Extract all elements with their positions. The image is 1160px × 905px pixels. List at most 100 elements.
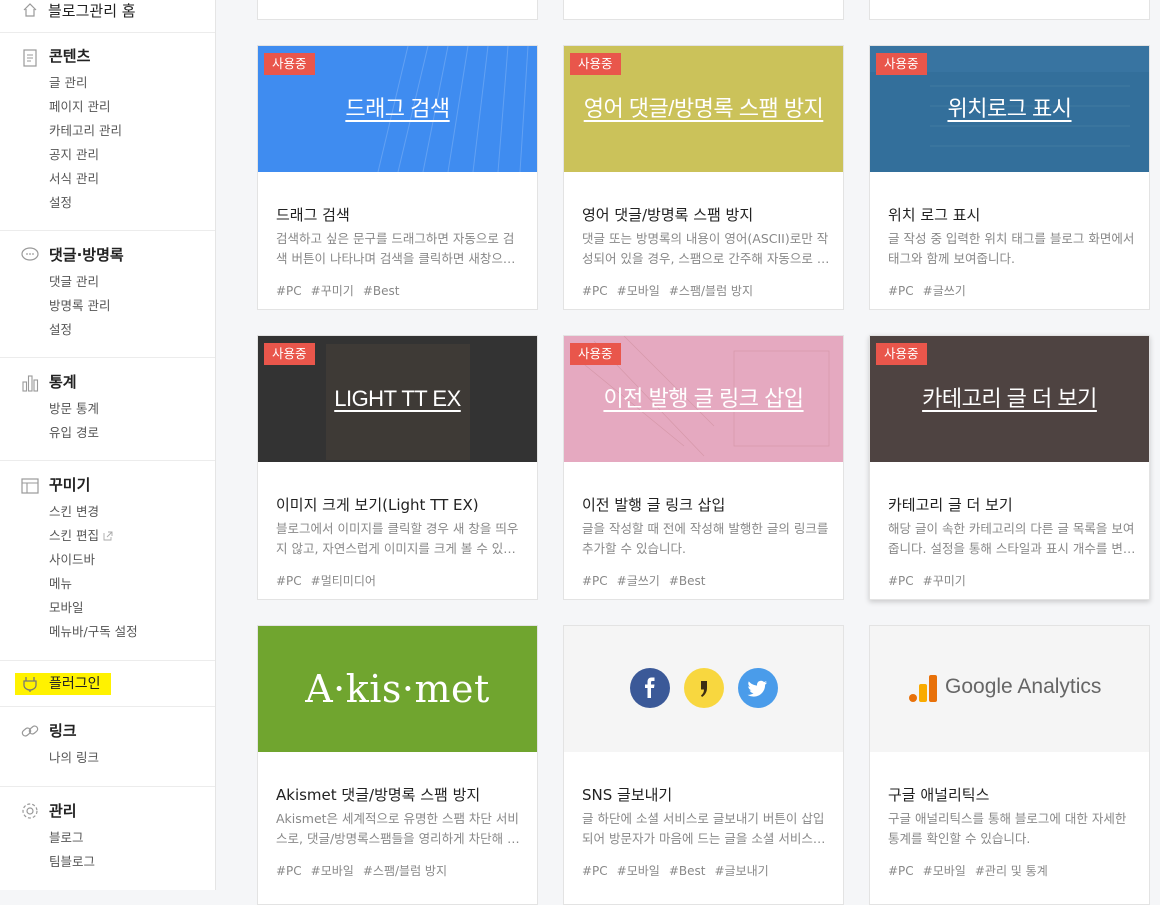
sidebar-item-visit-stats[interactable]: 방문 통계	[49, 400, 99, 418]
sidebar-item-team-blog[interactable]: 팀블로그	[49, 853, 95, 871]
home-icon	[23, 3, 37, 17]
plugin-card-akismet[interactable]: A·kis·met Akismet 댓글/방명록 스팸 방지 Akismet은 …	[257, 625, 538, 905]
plugin-thumbnail: A·kis·met	[258, 626, 537, 752]
sidebar-item-page-manage[interactable]: 페이지 관리	[49, 98, 110, 116]
sidebar-item-comment-manage[interactable]: 댓글 관리	[49, 273, 99, 291]
plugin-title: 이미지 크게 보기(Light TT EX)	[276, 496, 479, 514]
in-use-badge: 사용중	[876, 343, 927, 365]
plugin-card-sns-share[interactable]: SNS 글보내기 글 하단에 소셜 서비스로 글보내기 버튼이 삽입 되어 방문…	[563, 625, 844, 905]
external-link-icon	[103, 531, 113, 541]
tag: #스팸/블럼 방지	[668, 284, 754, 298]
sidebar-item-post-manage[interactable]: 글 관리	[49, 74, 87, 92]
sidebar-item-skin-edit-label: 스킨 편집	[49, 528, 99, 543]
tag: #PC	[276, 864, 302, 878]
tag: #모바일	[616, 284, 660, 298]
in-use-badge: 사용중	[264, 343, 315, 365]
tag: #모바일	[310, 864, 354, 878]
plugin-tags: #PC #멀티미디어	[276, 572, 385, 589]
sidebar-item-skin-change[interactable]: 스킨 변경	[49, 503, 99, 521]
tag: #글쓰기	[616, 574, 660, 588]
plugin-thumbnail	[564, 626, 843, 752]
plugin-description-line: 지 않고, 자연스럽게 이미지를 크게 볼 수 있습니다.	[276, 541, 524, 556]
google-analytics-wordmark: Google Analytics	[945, 675, 1102, 698]
sidebar-section-stats: 통계 방문 통계 유입 경로	[0, 357, 215, 461]
plugin-card-partial[interactable]	[869, 0, 1150, 20]
plugin-description-line: 검색하고 싶은 문구를 드래그하면 자동으로 검	[276, 231, 515, 246]
plugin-description-line: 성되어 있을 경우, 스팸으로 간주해 자동으로 차단합니다.	[582, 251, 830, 266]
sidebar-item-guestbook-manage[interactable]: 방명록 관리	[49, 297, 110, 315]
tag: #PC	[582, 864, 608, 878]
sidebar-section-title[interactable]: 꾸미기	[49, 475, 90, 495]
plugin-description-line: 해당 글이 속한 카테고리의 다른 글 목록을 보여	[888, 521, 1135, 536]
sidebar-section-plugin[interactable]: 플러그인	[0, 660, 215, 707]
gear-icon	[22, 803, 38, 819]
tag: #글보내기	[714, 864, 769, 878]
sidebar-section-title[interactable]: 댓글·방명록	[49, 245, 124, 265]
analytics-bars-icon	[909, 675, 937, 702]
plugin-description-line: 색 버튼이 나타나며 검색을 클릭하면 새창으로 검색 결과를 볼 수 있습니다…	[276, 251, 524, 266]
plugin-tags: #PC #꾸미기	[888, 572, 975, 589]
plugin-thumbnail: 카테고리 글 더 보기 사용중	[870, 336, 1149, 462]
sidebar-item-menubar-subscribe[interactable]: 메뉴바/구독 설정	[49, 623, 138, 641]
plugin-card-english-spam[interactable]: 영어 댓글/방명록 스팸 방지 사용중 영어 댓글/방명록 스팸 방지 댓글 또…	[563, 45, 844, 310]
plugin-thumbnail: 영어 댓글/방명록 스팸 방지 사용중	[564, 46, 843, 172]
sidebar-section-title[interactable]: 관리	[49, 801, 77, 821]
plugin-tags: #PC #모바일 #스팸/블럼 방지	[276, 862, 456, 879]
plugin-thumbnail: 이전 발행 글 링크 삽입 사용중	[564, 336, 843, 462]
plugin-card-drag-search[interactable]: 드래그 검색 사용중 드래그 검색 검색하고 싶은 문구를 드래그하면 자동으로…	[257, 45, 538, 310]
sidebar-section-manage: 관리 블로그 팀블로그	[0, 786, 215, 890]
sidebar-item-notice-manage[interactable]: 공지 관리	[49, 146, 99, 164]
plugin-card-location-log[interactable]: 위치로그 표시 사용중 위치 로그 표시 글 작성 중 입력한 위치 태그를 블…	[869, 45, 1150, 310]
speech-bubble-icon	[21, 247, 39, 261]
akismet-logo: A·kis·met	[305, 667, 490, 711]
plugin-card-partial[interactable]	[257, 0, 538, 20]
link-icon	[21, 725, 39, 737]
sidebar-item-menu[interactable]: 메뉴	[49, 575, 72, 593]
plugin-tags: #PC #글쓰기 #Best	[582, 572, 715, 589]
tag: #PC	[888, 284, 914, 298]
plugin-card-category-more[interactable]: 카테고리 글 더 보기 사용중 카테고리 글 더 보기 해당 글이 속한 카테고…	[869, 335, 1150, 600]
sidebar-item-mobile[interactable]: 모바일	[49, 599, 84, 617]
plugin-title: Akismet 댓글/방명록 스팸 방지	[276, 786, 481, 804]
plugin-thumbnail: Google Analytics	[870, 626, 1149, 752]
plugin-description: 블로그에서 이미지를 클릭할 경우 새 창을 띄우 지 않고, 자연스럽게 이미…	[276, 519, 524, 559]
kakaostory-icon	[684, 668, 724, 708]
plugin-card-partial[interactable]	[563, 0, 844, 20]
sidebar-item-skin-edit[interactable]: 스킨 편집	[49, 527, 113, 545]
sidebar-item-sidebar[interactable]: 사이드바	[49, 551, 95, 569]
sidebar-section-title[interactable]: 콘텐츠	[49, 46, 90, 66]
sidebar-home-label: 블로그관리 홈	[48, 2, 136, 20]
plugin-card-google-analytics[interactable]: Google Analytics 구글 애널리틱스 구글 애널리틱스를 통해 블…	[869, 625, 1150, 905]
plugin-description-line: 통계를 확인할 수 있습니다.	[888, 831, 1031, 846]
plugin-description-line: 추가할 수 있습니다.	[582, 541, 686, 556]
plugin-card-prev-post-link[interactable]: 이전 발행 글 링크 삽입 사용중 이전 발행 글 링크 삽입 글을 작성할 때…	[563, 335, 844, 600]
sidebar-item-category-manage[interactable]: 카테고리 관리	[49, 122, 122, 140]
plugin-card-light-tt-ex[interactable]: LIGHT TT EX 사용중 이미지 크게 보기(Light TT EX) 블…	[257, 335, 538, 600]
sidebar-item-template-manage[interactable]: 서식 관리	[49, 170, 99, 188]
tag: #스팸/블럼 방지	[362, 864, 448, 878]
sidebar-item-comments-settings[interactable]: 설정	[49, 321, 72, 339]
plugin-title: SNS 글보내기	[582, 786, 673, 804]
plugin-title: 카테고리 글 더 보기	[888, 496, 1013, 514]
tag: #PC	[276, 574, 302, 588]
sidebar-section-design: 꾸미기 스킨 변경 스킨 편집 사이드바 메뉴 모바일 메뉴바/구독 설정	[0, 460, 215, 661]
sidebar-item-my-links[interactable]: 나의 링크	[49, 749, 99, 767]
sidebar-section-comments: 댓글·방명록 댓글 관리 방명록 관리 설정	[0, 230, 215, 358]
in-use-badge: 사용중	[570, 53, 621, 75]
plugin-description: 검색하고 싶은 문구를 드래그하면 자동으로 검 색 버튼이 나타나며 검색을 …	[276, 229, 524, 269]
tag: #글쓰기	[922, 284, 966, 298]
plugin-description-line: 글을 작성할 때 전에 작성해 발행한 글의 링크를	[582, 521, 829, 536]
sidebar-section-title[interactable]: 통계	[49, 372, 77, 392]
sidebar-section-title[interactable]: 링크	[49, 721, 77, 741]
sidebar-home[interactable]: 블로그관리 홈	[0, 0, 215, 33]
plugin-tags: #PC #꾸미기 #Best	[276, 282, 409, 299]
plugin-thumbnail: LIGHT TT EX 사용중	[258, 336, 537, 462]
twitter-icon	[738, 668, 778, 708]
sidebar-item-referrer[interactable]: 유입 경로	[49, 424, 99, 442]
sidebar-item-contents-settings[interactable]: 설정	[49, 194, 72, 212]
plugin-description-line: 되어 방문자가 마음에 드는 글을 소셜 서비스로 보낼 수 있습니다.	[582, 831, 830, 846]
plugin-description: 댓글 또는 방명록의 내용이 영어(ASCII)로만 작 성되어 있을 경우, …	[582, 229, 830, 269]
tag: #멀티미디어	[310, 574, 376, 588]
tag: #PC	[888, 864, 914, 878]
sidebar-item-blog[interactable]: 블로그	[49, 829, 84, 847]
